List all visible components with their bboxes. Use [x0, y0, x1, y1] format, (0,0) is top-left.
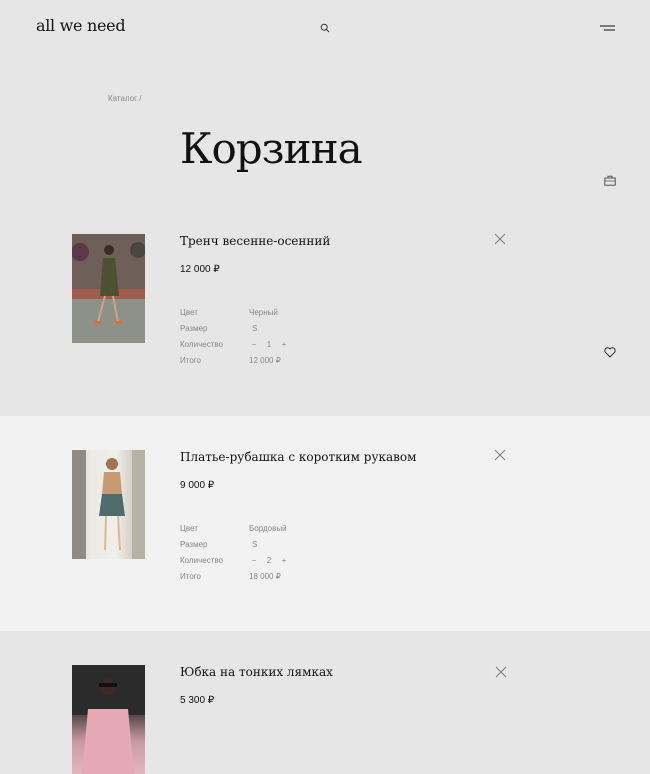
- logo[interactable]: all we need: [36, 16, 126, 35]
- product-properties: Цвет Черный Размер S Количество −1 + Итого 1…: [180, 308, 380, 372]
- total-value: 12 000 ₽: [249, 356, 281, 365]
- quantity-label: Количество: [180, 340, 223, 349]
- color-value: Черный: [249, 308, 278, 317]
- quantity-stepper: −2 +: [249, 556, 289, 565]
- heart-icon[interactable]: [604, 347, 616, 358]
- product-name[interactable]: Тренч весенне-осенний: [180, 234, 330, 248]
- size-label: Размер: [180, 324, 208, 333]
- size-value: S: [252, 324, 258, 333]
- quantity-value: 1: [266, 340, 272, 349]
- quantity-stepper: −1 +: [249, 340, 289, 349]
- header: all we need: [0, 0, 650, 56]
- quantity-decrease-button[interactable]: −: [249, 556, 259, 565]
- product-price: 12 000 ₽: [180, 264, 220, 275]
- size-label: Размер: [180, 540, 208, 549]
- total-value: 18 000 ₽: [249, 572, 281, 581]
- menu-icon[interactable]: [600, 24, 615, 33]
- product-photo[interactable]: [72, 665, 145, 774]
- total-label: Итого: [180, 356, 201, 365]
- quantity-increase-button[interactable]: +: [279, 556, 289, 565]
- product-photo[interactable]: [72, 234, 145, 343]
- product-photo[interactable]: [72, 450, 145, 559]
- color-label: Цвет: [180, 524, 198, 533]
- quantity-value: 2: [266, 556, 272, 565]
- quantity-label: Количество: [180, 556, 223, 565]
- quantity-increase-button[interactable]: +: [279, 340, 289, 349]
- product-price: 9 000 ₽: [180, 480, 215, 491]
- quantity-decrease-button[interactable]: −: [249, 340, 259, 349]
- color-value: Бордовый: [249, 524, 287, 533]
- total-label: Итого: [180, 572, 201, 581]
- close-icon[interactable]: [495, 666, 507, 678]
- bag-icon[interactable]: [604, 175, 616, 186]
- close-icon[interactable]: [494, 233, 506, 245]
- cart-item: Платье-рубашка с коротким рукавом 9 000 …: [0, 416, 650, 631]
- page-title: Корзина: [180, 124, 363, 173]
- cart-item: Тренч весенне-осенний 12 000 ₽ Цвет Черны…: [0, 200, 650, 416]
- search-icon[interactable]: [320, 23, 330, 33]
- size-value: S: [252, 540, 258, 549]
- color-label: Цвет: [180, 308, 198, 317]
- cart-item: Юбка на тонких лямках 5 300 ₽: [0, 631, 650, 774]
- breadcrumb[interactable]: Каталог /: [108, 94, 142, 103]
- product-name[interactable]: Юбка на тонких лямках: [180, 665, 333, 679]
- product-price: 5 300 ₽: [180, 695, 215, 706]
- close-icon[interactable]: [494, 449, 506, 461]
- product-properties: Цвет Бордовый Размер S Количество −2 + Итог…: [180, 524, 380, 588]
- product-name[interactable]: Платье-рубашка с коротким рукавом: [180, 450, 416, 464]
